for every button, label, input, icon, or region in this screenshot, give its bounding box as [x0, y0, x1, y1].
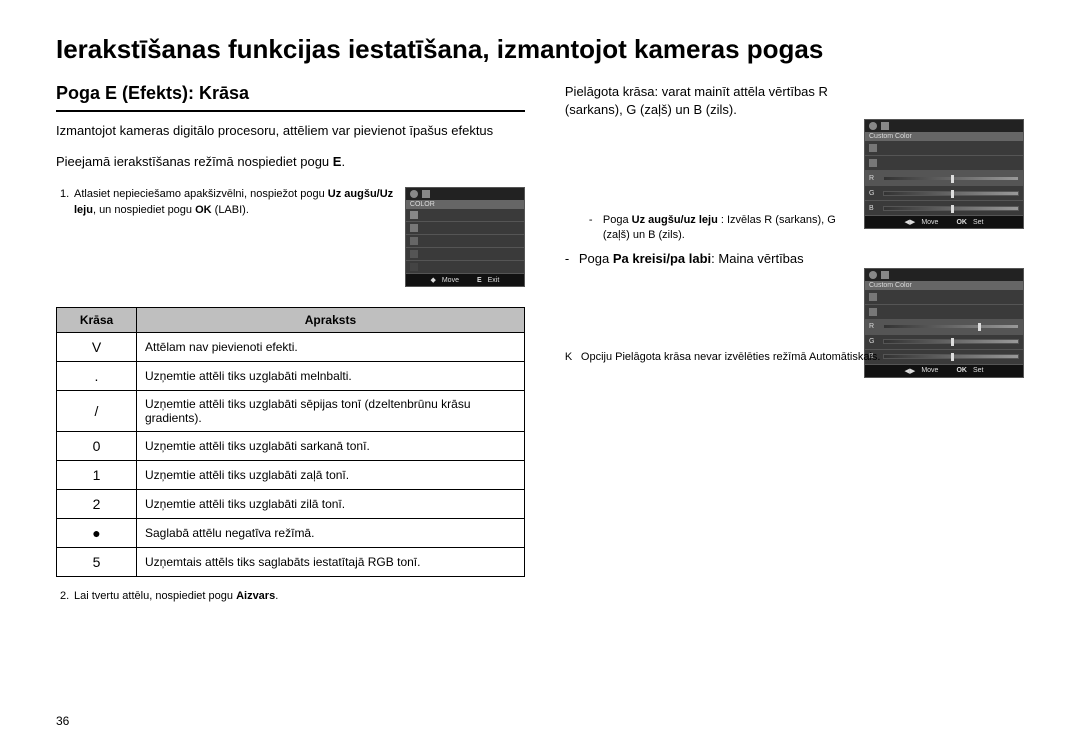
- table-row: 0Uzņemtie attēli tiks uzglabāti sarkanā …: [57, 432, 525, 461]
- table-row: /Uzņemtie attēli tiks uzglabāti sēpijas …: [57, 391, 525, 432]
- intro-text: Izmantojot kameras digitālo procesoru, a…: [56, 122, 525, 140]
- table-row: 5Uzņemtais attēls tiks saglabāts iestatī…: [57, 548, 525, 577]
- mode-icon: [881, 271, 889, 279]
- lcd-move: Move: [442, 277, 459, 284]
- section-title: Poga E (Efekts): Krāsa: [56, 83, 525, 112]
- lcd-topbar: [406, 188, 524, 200]
- step1-post: (LABI).: [212, 204, 249, 216]
- slider-r: R: [865, 171, 1023, 186]
- updown-icon: ◆: [430, 276, 435, 284]
- fn-pre: Lai tvertu attēlu, nospiediet pogu: [74, 590, 236, 602]
- b2-b: Pa kreisi/pa labi: [613, 251, 711, 266]
- step-1: 1.Atlasiet nepieciešamo apakšizvēlni, no…: [56, 187, 525, 287]
- table-row: 2Uzņemtie attēli tiks uzglabāti zilā ton…: [57, 490, 525, 519]
- slider-r: R: [865, 320, 1023, 335]
- b1-b: Uz augšu/uz leju: [632, 214, 718, 226]
- fn-post: .: [275, 590, 278, 602]
- custom-color-block-1: Pielāgota krāsa: varat mainīt attēla vēr…: [565, 83, 1024, 213]
- instruction: Pieejamā ierakstīšanas režīmā nospiediet…: [56, 154, 525, 169]
- table-header-row: Krāsa Apraksts: [57, 308, 525, 333]
- note-text: Opciju Pielāgota krāsa nevar izvēlēties …: [581, 351, 881, 363]
- mode-icon: [422, 190, 430, 198]
- right-column: Pielāgota krāsa: varat mainīt attēla vēr…: [565, 83, 1024, 605]
- camera-icon: [869, 271, 877, 279]
- slider-g: G: [865, 335, 1023, 350]
- table-row: ●Saglabā attēlu negatīva režīmā.: [57, 519, 525, 548]
- lcd-exit: Exit: [488, 277, 500, 284]
- step1-pre: Atlasiet nepieciešamo apakšizvēlni, nosp…: [74, 188, 328, 200]
- camera-icon: [410, 190, 418, 198]
- color-table: Krāsa Apraksts VAttēlam nav pievienoti e…: [56, 307, 525, 577]
- bullet-updown: - Poga Uz augšu/uz leju : Izvēlas R (sar…: [565, 213, 855, 244]
- lcd-header: Custom Color: [865, 281, 1023, 290]
- page-number: 36: [56, 714, 69, 728]
- th-color: Krāsa: [57, 308, 137, 333]
- step1-mid: , un nospiediet pogu: [93, 204, 195, 216]
- table-row: VAttēlam nav pievienoti efekti.: [57, 333, 525, 362]
- footnote-2: 2.Lai tvertu attēlu, nospiediet pogu Aiz…: [56, 589, 525, 604]
- leftright-icon: ◀▶: [905, 367, 916, 375]
- lcd-header: COLOR: [406, 200, 524, 209]
- b1-pre: Poga: [603, 214, 632, 226]
- step-1-text: 1.Atlasiet nepieciešamo apakšizvēlni, no…: [56, 187, 395, 287]
- mode-icon: [881, 122, 889, 130]
- lcd-e: E: [477, 277, 482, 284]
- camera-icon: [869, 122, 877, 130]
- table-row: 1Uzņemtie attēli tiks uzglabāti zaļā ton…: [57, 461, 525, 490]
- lcd-set: Set: [973, 367, 984, 374]
- instruction-pre: Pieejamā ierakstīšanas režīmā nospiediet…: [56, 154, 333, 169]
- th-desc: Apraksts: [137, 308, 525, 333]
- step1-b2: OK: [195, 204, 212, 216]
- lcd-ok: OK: [956, 367, 967, 374]
- lcd-header: Custom Color: [865, 132, 1023, 141]
- b2-pre: Poga: [579, 251, 613, 266]
- lcd-footer: ◆ Move E Exit: [406, 274, 524, 286]
- lcd-topbar: [865, 269, 1023, 281]
- left-column: Poga E (Efekts): Krāsa Izmantojot kamera…: [56, 83, 525, 605]
- lcd-move: Move: [921, 367, 938, 374]
- fn-b: Aizvars: [236, 590, 275, 602]
- main-title: Ierakstīšanas funkcijas iestatīšana, izm…: [56, 34, 1024, 65]
- custom-color-text: Pielāgota krāsa: varat mainīt attēla vēr…: [565, 83, 855, 119]
- bullet-leftright: - Poga Pa kreisi/pa labi: Maina vērtības: [565, 250, 855, 268]
- b2-post: : Maina vērtības: [711, 251, 804, 266]
- custom-color-block-2: - Poga Uz augšu/uz leju : Izvēlas R (sar…: [565, 213, 1024, 343]
- lcd-topbar: [865, 120, 1023, 132]
- lcd-preview-color: COLOR ◆ Move E Exit: [405, 187, 525, 287]
- instruction-post: .: [341, 154, 345, 169]
- slider-g: G: [865, 186, 1023, 201]
- note-k: K Opciju Pielāgota krāsa nevar izvēlētie…: [565, 351, 1024, 363]
- table-row: .Uzņemtie attēli tiks uzglabāti melnbalt…: [57, 362, 525, 391]
- lcd-footer: ◀▶ Move OK Set: [865, 365, 1023, 377]
